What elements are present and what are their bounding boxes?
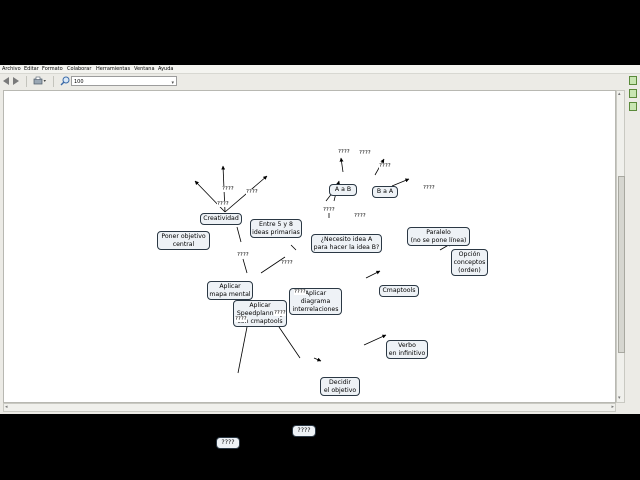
link-line: [237, 326, 248, 374]
link-line: [194, 180, 226, 213]
concept-unnamed[interactable]: ????: [292, 425, 316, 437]
concept-paralelo[interactable]: Paralelo (no se pone línea): [407, 227, 470, 246]
zoom-select[interactable]: 100 ▾: [71, 76, 177, 86]
concept-necesito-idea-a[interactable]: ¿Necesito idea A para hacer la idea B?: [311, 234, 382, 253]
link-line: [224, 175, 268, 213]
menu-ayuda[interactable]: Ayuda: [158, 65, 173, 73]
link-line: [374, 158, 385, 176]
concept-b-a-a[interactable]: B a A: [372, 186, 398, 198]
menu-archivo[interactable]: Archivo: [2, 65, 21, 73]
chevron-down-icon[interactable]: ▾: [171, 78, 174, 88]
concept-aplicar-speedplanning[interactable]: Aplicar Speedplanning con cmaptools: [233, 300, 287, 327]
concept-verbo-infinitivo[interactable]: Verbo en infinitivo: [386, 340, 428, 359]
horizontal-scrollbar[interactable]: ◂ ▸: [3, 403, 616, 412]
back-arrow-icon[interactable]: [3, 77, 9, 85]
right-side-panel: [626, 74, 640, 134]
concept-map-links: [194, 157, 453, 374]
concept-map-canvas[interactable]: Aplicar Speedplanning con cmaptools Apli…: [3, 90, 616, 449]
concept-poner-objetivo-central[interactable]: Poner objetivo central: [157, 231, 210, 250]
scroll-up-icon[interactable]: ▴: [618, 92, 621, 97]
link-line: [242, 258, 248, 274]
menu-herramientas[interactable]: Herramientas: [96, 65, 130, 73]
scroll-down-icon[interactable]: ▾: [618, 396, 621, 401]
menu-formato[interactable]: Formato: [42, 65, 63, 73]
toolbar: 100 ▾: [0, 74, 640, 89]
link-line: [365, 270, 381, 279]
link-line: [278, 326, 301, 359]
zoom-value: 100: [74, 79, 84, 85]
menu-ventana[interactable]: Ventana: [134, 65, 155, 73]
concept-aplicar-diagrama[interactable]: Aplicar diagrama interrelaciones: [289, 288, 342, 315]
zoom-icon[interactable]: [60, 76, 70, 86]
print-icon[interactable]: [33, 76, 47, 86]
cmaptools-window: Archivo Editar Formato Colaborar Herrami…: [0, 65, 640, 449]
concept-decidir-objetivo[interactable]: Decidir el objetivo: [320, 377, 360, 396]
concept-creatividad[interactable]: Creatividad: [200, 213, 242, 225]
concept-cmaptools[interactable]: Cmaptools: [379, 285, 419, 297]
link-line: [339, 157, 344, 173]
concept-unnamed[interactable]: ????: [216, 437, 240, 449]
vertical-scroll-thumb[interactable]: [618, 176, 625, 353]
link-line: [313, 357, 322, 362]
menu-bar: Archivo Editar Formato Colaborar Herrami…: [0, 65, 640, 74]
scroll-right-icon[interactable]: ▸: [611, 405, 614, 410]
link-line: [260, 256, 286, 274]
menu-editar[interactable]: Editar: [24, 65, 39, 73]
concept-a-a-b[interactable]: A a B: [329, 184, 357, 196]
concept-opcion-conceptos[interactable]: Opción conceptos (orden): [451, 249, 488, 276]
vertical-scrollbar[interactable]: ▴ ▾: [616, 90, 625, 403]
concept-aplicar-mapa-mental[interactable]: Aplicar mapa mental: [207, 281, 253, 300]
link-line: [221, 165, 226, 213]
side-panel-icon[interactable]: [629, 89, 637, 98]
menu-colaborar[interactable]: Colaborar: [67, 65, 91, 73]
forward-arrow-icon[interactable]: [13, 77, 19, 85]
side-panel-icon[interactable]: [629, 76, 637, 85]
side-panel-icon[interactable]: [629, 102, 637, 111]
link-line: [290, 244, 297, 251]
link-line: [391, 178, 410, 187]
link-line: [363, 334, 387, 346]
toolbar-separator: [26, 76, 27, 87]
concept-entre-5-y-8-ideas[interactable]: Entre 5 y 8 ideas primarias: [250, 219, 302, 238]
link-line: [236, 226, 242, 243]
scroll-left-icon[interactable]: ◂: [5, 405, 8, 410]
toolbar-separator: [53, 76, 54, 87]
